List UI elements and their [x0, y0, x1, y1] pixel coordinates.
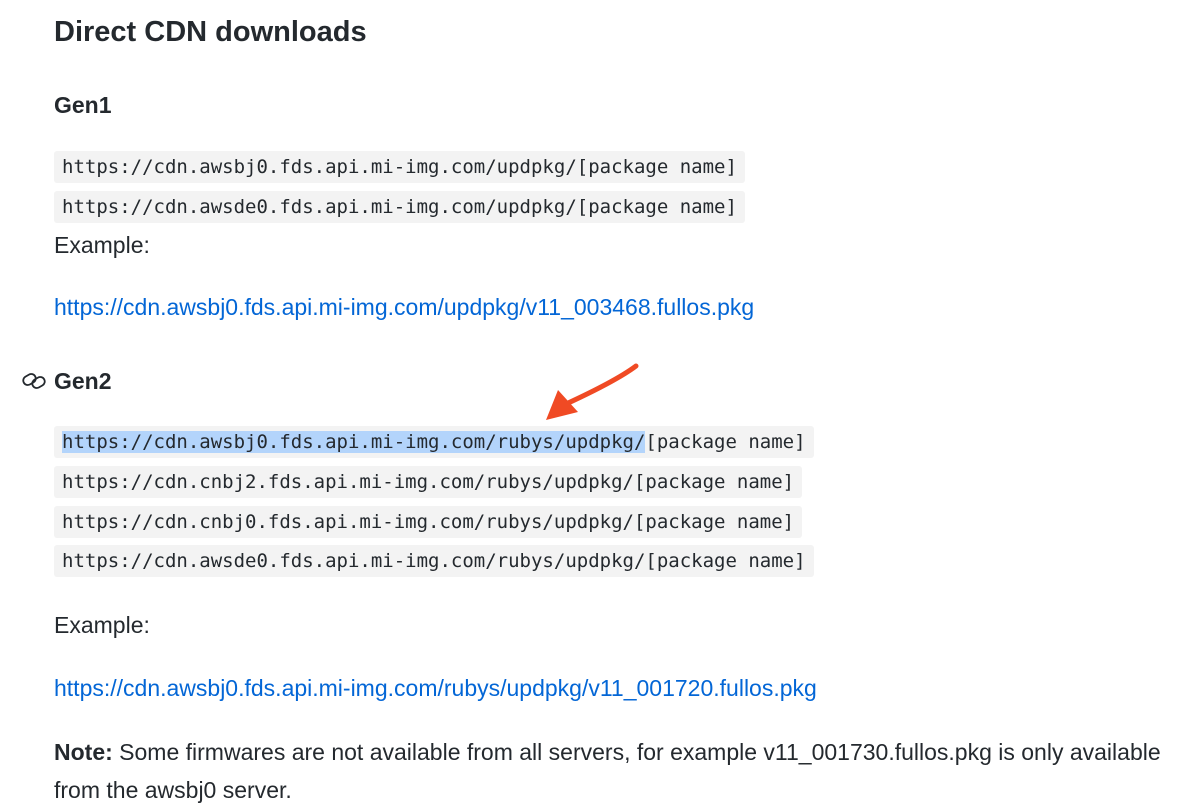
note-text: Some firmwares are not available from al…	[54, 739, 1161, 803]
gen1-example-link[interactable]: https://cdn.awsbj0.fds.api.mi-img.com/up…	[54, 292, 754, 322]
note-label: Note:	[54, 739, 113, 765]
gen2-example-label: Example:	[54, 612, 150, 638]
gen2-example-link[interactable]: https://cdn.awsbj0.fds.api.mi-img.com/ru…	[54, 673, 817, 703]
gen1-url-2: https://cdn.awsde0.fds.api.mi-img.com/up…	[54, 191, 745, 223]
gen1-example-label: Example:	[54, 232, 150, 258]
gen1-heading: Gen1	[54, 92, 112, 118]
red-arrow-icon	[546, 363, 639, 420]
link-icon[interactable]	[20, 369, 50, 393]
gen2-url-3: https://cdn.cnbj0.fds.api.mi-img.com/rub…	[54, 506, 803, 538]
gen1-url-1: https://cdn.awsbj0.fds.api.mi-img.com/up…	[54, 151, 745, 183]
gen2-url-1: https://cdn.awsbj0.fds.api.mi-img.com/ru…	[54, 426, 814, 458]
gen2-url-2: https://cdn.cnbj2.fds.api.mi-img.com/rub…	[54, 466, 803, 498]
gen2-heading: Gen2	[54, 368, 112, 394]
url-suffix: [package name]	[645, 431, 806, 453]
gen2-url-4: https://cdn.awsde0.fds.api.mi-img.com/ru…	[54, 545, 814, 577]
page-title: Direct CDN downloads	[54, 16, 367, 48]
selected-url-prefix: https://cdn.awsbj0.fds.api.mi-img.com/ru…	[62, 431, 646, 453]
note-paragraph: Note: Some firmwares are not available f…	[54, 733, 1184, 809]
